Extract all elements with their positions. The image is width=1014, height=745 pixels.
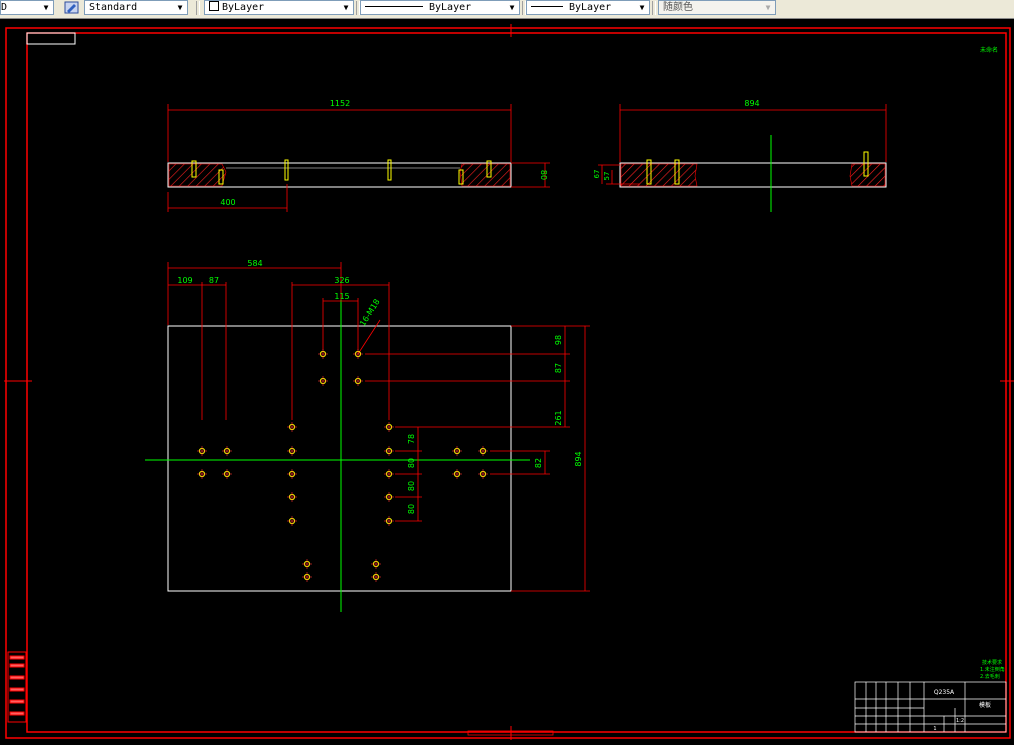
title-sheet: 1 <box>933 726 936 732</box>
dim-261: 261 <box>554 410 563 425</box>
dim-326: 326 <box>334 276 349 285</box>
dim-80-b: 80 <box>407 481 416 491</box>
chevron-down-icon[interactable]: ▼ <box>41 1 51 14</box>
top-left-note-box <box>26 32 76 45</box>
dim-57: 57 <box>603 172 611 181</box>
toolbar-separator <box>652 1 656 15</box>
dim-82: 82 <box>534 458 543 468</box>
text-style-value: Standard <box>89 2 138 13</box>
text-style-combo[interactable]: Standard ▼ <box>84 0 188 15</box>
dim-109: 109 <box>177 276 192 285</box>
hole-pattern <box>197 349 488 582</box>
plot-style-value: 随颜色 <box>663 2 693 13</box>
dim-87: 87 <box>209 276 219 285</box>
lineweight-sample <box>531 6 563 7</box>
chevron-down-icon[interactable]: ▼ <box>507 1 517 14</box>
prev-style-combo[interactable]: D ▼ <box>0 0 54 15</box>
color-swatch-icon <box>209 1 219 11</box>
chevron-down-icon[interactable]: ▼ <box>341 1 351 14</box>
drawing-frame <box>4 24 1014 740</box>
dim-894-plan: 894 <box>574 451 583 466</box>
layer-color-combo[interactable]: ByLayer ▼ <box>204 0 354 15</box>
dim-115: 115 <box>334 292 349 301</box>
linetype-combo[interactable]: ByLayer ▼ <box>360 0 520 15</box>
chevron-down-icon[interactable]: ▼ <box>175 1 185 14</box>
revision-stamps <box>7 651 27 723</box>
technical-notes: 技术要求 1.未注倒角 2.去毛刺 <box>980 659 1005 680</box>
corner-label: 未命名 <box>980 46 998 54</box>
lineweight-value: ByLayer <box>569 2 612 13</box>
dim-80-c: 80 <box>407 504 416 514</box>
plot-style-combo[interactable]: 随颜色 ▼ <box>658 0 776 15</box>
linetype-value: ByLayer <box>429 2 472 13</box>
chevron-down-icon[interactable]: ▼ <box>637 1 647 14</box>
prev-style-value: D <box>1 2 8 13</box>
dim-1152: 1152 <box>330 99 350 108</box>
title-scale: 1:2 <box>956 718 964 724</box>
drawing-canvas[interactable]: 未命名 1152 400 80 894 67 57 584 109 87 326… <box>0 18 1014 745</box>
title-material: Q235A <box>934 689 955 696</box>
front-elevation-view: 1152 400 80 <box>167 99 550 212</box>
dim-894-side: 894 <box>744 99 759 108</box>
dim-80-thickness: 80 <box>539 170 548 180</box>
properties-toolbar: D ▼ Standard ▼ ByLayer ▼ ByLayer ▼ ByLay… <box>0 0 1014 19</box>
linetype-sample <box>365 6 423 7</box>
toolbar-separator <box>196 1 200 15</box>
dim-87-vertical: 87 <box>554 363 563 373</box>
dim-67: 67 <box>593 170 601 179</box>
chevron-down-icon[interactable]: ▼ <box>763 1 773 14</box>
dim-584: 584 <box>247 259 262 268</box>
title-part-name: 模板 <box>979 701 991 709</box>
text-style-icon[interactable] <box>64 1 80 14</box>
layer-color-value: ByLayer <box>222 2 265 13</box>
dim-78: 78 <box>407 434 416 444</box>
dim-98: 98 <box>554 335 563 345</box>
plan-view: 584 109 87 326 115 16-M18 98 87 261 894 … <box>145 259 590 612</box>
note-line-3: 2.去毛刺 <box>980 673 1000 680</box>
note-line-2: 1.未注倒角 <box>980 666 1005 673</box>
lineweight-combo[interactable]: ByLayer ▼ <box>526 0 650 15</box>
dim-80-a: 80 <box>407 458 416 468</box>
dim-400: 400 <box>220 198 235 207</box>
side-view: 894 67 57 <box>593 99 887 212</box>
note-line-1: 技术要求 <box>982 659 1002 666</box>
